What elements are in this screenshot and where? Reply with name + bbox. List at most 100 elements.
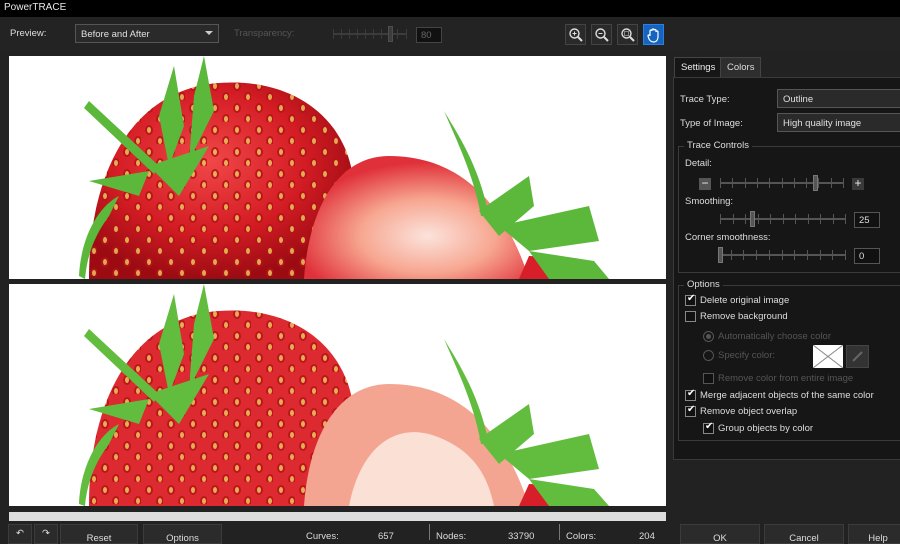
slider-tick bbox=[733, 214, 734, 224]
plus-icon: + bbox=[854, 176, 862, 190]
slider-tick bbox=[794, 250, 795, 260]
smoothing-slider-thumb[interactable] bbox=[750, 211, 755, 227]
image-type-dropdown[interactable]: High quality image bbox=[777, 113, 900, 132]
divider bbox=[429, 524, 430, 540]
slider-tick bbox=[807, 250, 808, 260]
transparency-label: Transparency: bbox=[234, 28, 295, 39]
merge-adjacent-option[interactable]: Merge adjacent objects of the same color bbox=[685, 388, 874, 401]
specify-color-label: Specify color: bbox=[718, 350, 776, 361]
redo-button[interactable]: ↷ bbox=[34, 524, 58, 544]
redo-icon: ↷ bbox=[42, 528, 50, 539]
slider-tick bbox=[806, 178, 807, 188]
specify-color-radio[interactable] bbox=[703, 350, 714, 361]
transparency-slider-thumb[interactable] bbox=[388, 26, 393, 42]
preview-before[interactable] bbox=[9, 56, 666, 279]
corner-smoothness-input[interactable]: 0 bbox=[854, 248, 880, 264]
zoom-out-button[interactable] bbox=[591, 24, 612, 45]
detail-decrease-button[interactable]: − bbox=[699, 176, 711, 190]
slider-tick bbox=[745, 214, 746, 224]
delete-original-option[interactable]: Delete original image bbox=[685, 293, 789, 306]
ok-button[interactable]: OK bbox=[680, 524, 760, 544]
zoom-fit-button[interactable] bbox=[617, 24, 638, 45]
window-title: PowerTRACE bbox=[4, 2, 67, 13]
slider-tick bbox=[758, 214, 759, 224]
auto-color-label: Automatically choose color bbox=[718, 331, 831, 342]
color-swatch[interactable] bbox=[812, 344, 844, 369]
nodes-value: 33790 bbox=[508, 531, 535, 542]
curves-label: Curves: bbox=[306, 531, 339, 542]
toolbar: Preview: Before and After Transparency: … bbox=[0, 17, 900, 51]
preview-value: Before and After bbox=[81, 29, 150, 40]
trace-type-dropdown[interactable]: Outline bbox=[777, 89, 900, 108]
zoom-in-button[interactable] bbox=[565, 24, 586, 45]
group-by-color-option[interactable]: Group objects by color bbox=[703, 421, 813, 434]
remove-background-checkbox[interactable] bbox=[685, 311, 696, 322]
help-button[interactable]: Help bbox=[848, 524, 900, 544]
horizontal-scrollbar[interactable] bbox=[9, 512, 666, 521]
cancel-button[interactable]: Cancel bbox=[764, 524, 844, 544]
slider-tick bbox=[720, 214, 721, 224]
tab-settings[interactable]: Settings bbox=[674, 57, 723, 77]
merge-adjacent-label: Merge adjacent objects of the same color bbox=[700, 390, 874, 401]
image-type-label: Type of Image: bbox=[680, 118, 743, 129]
remove-color-entire-label: Remove color from entire image bbox=[718, 373, 854, 384]
detail-increase-button[interactable]: + bbox=[852, 176, 864, 190]
slider-tick bbox=[783, 214, 784, 224]
slider-tick bbox=[732, 178, 733, 188]
auto-color-option[interactable]: Automatically choose color bbox=[703, 331, 831, 342]
detail-slider-thumb[interactable] bbox=[813, 175, 818, 191]
tab-colors[interactable]: Colors bbox=[720, 57, 762, 77]
slider-tick bbox=[843, 178, 844, 188]
image-type-value: High quality image bbox=[783, 118, 862, 129]
pan-button[interactable] bbox=[643, 24, 664, 45]
zoom-fit-icon bbox=[620, 27, 635, 42]
slider-tick bbox=[720, 178, 721, 188]
slider-tick bbox=[794, 178, 795, 188]
slider-tick bbox=[808, 214, 809, 224]
reset-button[interactable]: Reset bbox=[60, 524, 138, 544]
merge-adjacent-checkbox[interactable] bbox=[685, 388, 696, 401]
minus-icon: − bbox=[701, 176, 709, 190]
slider-tick bbox=[832, 250, 833, 260]
zoom-out-icon bbox=[594, 27, 609, 42]
transparency-slider[interactable] bbox=[333, 26, 407, 42]
preview-after[interactable] bbox=[9, 284, 666, 506]
slider-tick bbox=[743, 250, 744, 260]
transparency-input[interactable]: 80 bbox=[416, 27, 442, 43]
auto-color-radio[interactable] bbox=[703, 331, 714, 342]
slider-tick bbox=[845, 214, 846, 224]
remove-overlap-label: Remove object overlap bbox=[700, 406, 798, 417]
remove-background-option[interactable]: Remove background bbox=[685, 311, 788, 322]
options-button[interactable]: Options bbox=[143, 524, 222, 544]
remove-overlap-option[interactable]: Remove object overlap bbox=[685, 404, 798, 417]
remove-overlap-checkbox[interactable] bbox=[685, 404, 696, 417]
title-bar: PowerTRACE bbox=[0, 0, 900, 17]
slider-tick bbox=[731, 250, 732, 260]
preview-dropdown[interactable]: Before and After bbox=[75, 24, 219, 43]
smoothing-label: Smoothing: bbox=[685, 196, 734, 207]
slider-tick bbox=[833, 214, 834, 224]
slider-tick bbox=[845, 250, 846, 260]
corner-smoothness-slider[interactable] bbox=[718, 247, 846, 263]
smoothing-input[interactable]: 25 bbox=[854, 212, 880, 228]
hand-icon bbox=[646, 27, 659, 43]
undo-button[interactable]: ↶ bbox=[8, 524, 32, 544]
remove-color-entire-option[interactable]: Remove color from entire image bbox=[703, 373, 853, 384]
slider-tick bbox=[782, 250, 783, 260]
group-by-color-checkbox[interactable] bbox=[703, 421, 714, 434]
specify-color-option[interactable]: Specify color: bbox=[703, 350, 775, 361]
eyedropper-button[interactable] bbox=[846, 345, 869, 368]
trace-controls-title: Trace Controls bbox=[684, 140, 752, 151]
slider-tick bbox=[820, 214, 821, 224]
slider-tick bbox=[757, 178, 758, 188]
curves-value: 657 bbox=[378, 531, 394, 542]
corner-smoothness-slider-thumb[interactable] bbox=[718, 247, 723, 263]
trace-type-value: Outline bbox=[783, 94, 814, 105]
chevron-down-icon bbox=[205, 31, 213, 35]
slider-tick bbox=[820, 250, 821, 260]
detail-slider[interactable] bbox=[720, 175, 844, 191]
remove-color-entire-checkbox[interactable] bbox=[703, 373, 714, 384]
smoothing-slider[interactable] bbox=[720, 211, 846, 227]
slider-tick bbox=[795, 214, 796, 224]
delete-original-checkbox[interactable] bbox=[685, 293, 696, 306]
